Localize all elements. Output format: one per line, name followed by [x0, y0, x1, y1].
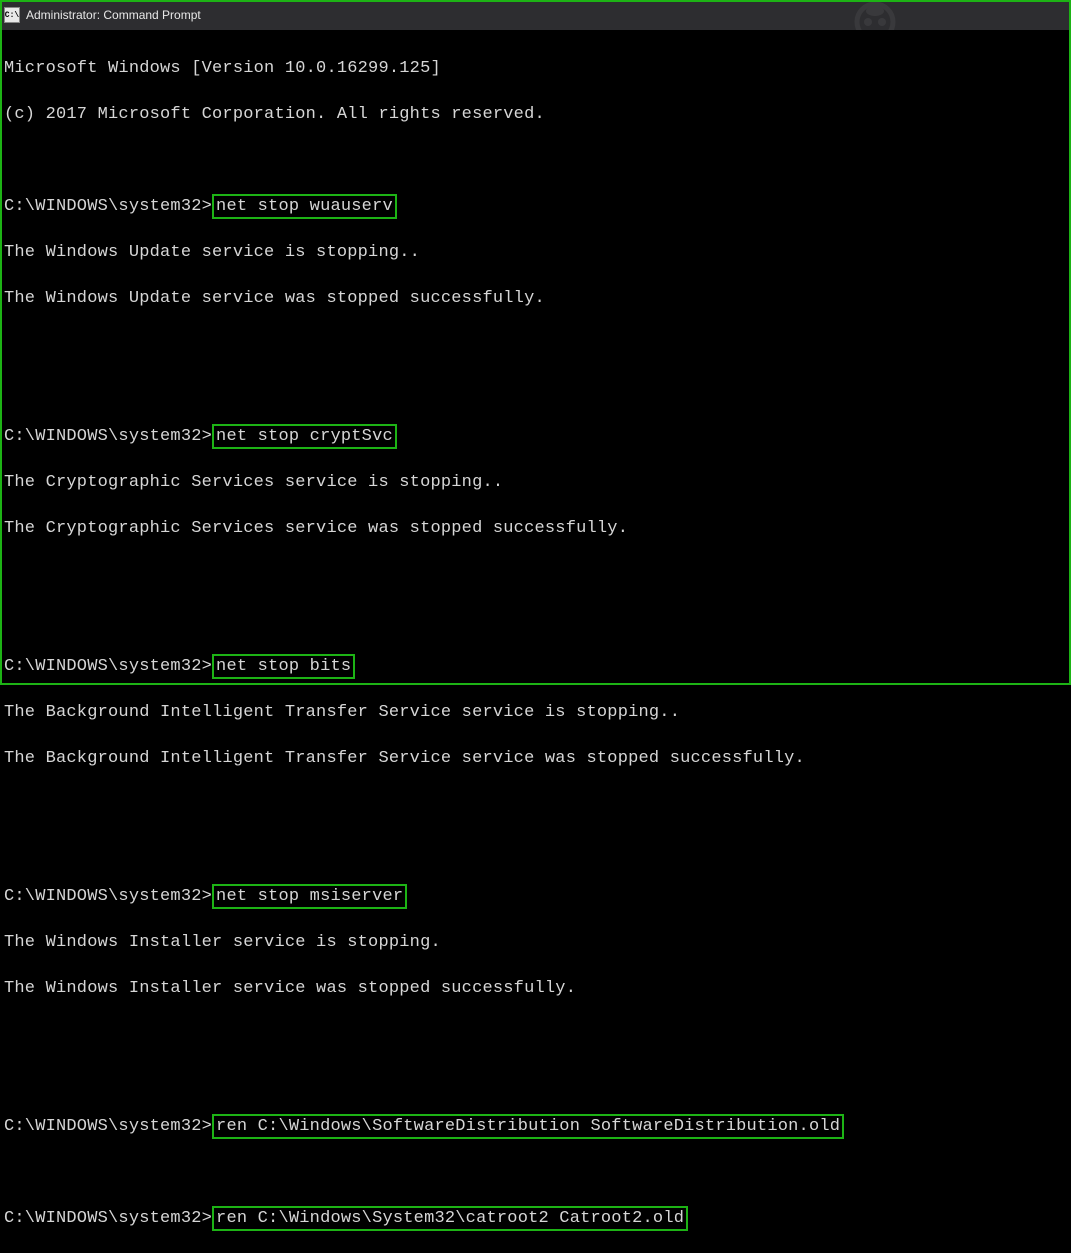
terminal-line: C:\WINDOWS\system32>net stop cryptSvc	[4, 425, 1067, 448]
terminal-blank-line	[4, 1023, 1067, 1046]
terminal-line: The Background Intelligent Transfer Serv…	[4, 747, 1067, 770]
terminal-line: The Windows Installer service is stoppin…	[4, 931, 1067, 954]
prompt-path: C:\WINDOWS\system32>	[4, 887, 212, 906]
terminal-line: The Windows Installer service was stoppe…	[4, 977, 1067, 1000]
command-highlight: net stop msiserver	[212, 884, 407, 909]
terminal-blank-line	[4, 839, 1067, 862]
prompt-path: C:\WINDOWS\system32>	[4, 1117, 212, 1136]
window-title: Administrator: Command Prompt	[26, 8, 201, 22]
terminal-line: The Windows Update service is stopping..	[4, 241, 1067, 264]
terminal-line: The Cryptographic Services service is st…	[4, 471, 1067, 494]
terminal-line: C:\WINDOWS\system32>ren C:\Windows\Softw…	[4, 1115, 1067, 1138]
command-highlight: net stop cryptSvc	[212, 424, 397, 449]
prompt-path: C:\WINDOWS\system32>	[4, 1209, 212, 1228]
terminal-line: C:\WINDOWS\system32>net stop wuauserv	[4, 195, 1067, 218]
terminal-line: The Windows Update service was stopped s…	[4, 287, 1067, 310]
command-highlight: net stop bits	[212, 654, 355, 679]
terminal-line: Microsoft Windows [Version 10.0.16299.12…	[4, 57, 1067, 80]
terminal-line: (c) 2017 Microsoft Corporation. All righ…	[4, 103, 1067, 126]
terminal-line: C:\WINDOWS\system32>net stop bits	[4, 655, 1067, 678]
terminal-line: The Cryptographic Services service was s…	[4, 517, 1067, 540]
command-highlight: net stop wuauserv	[212, 194, 397, 219]
command-highlight: ren C:\Windows\SoftwareDistribution Soft…	[212, 1114, 844, 1139]
terminal-blank-line	[4, 793, 1067, 816]
prompt-path: C:\WINDOWS\system32>	[4, 427, 212, 446]
terminal-blank-line	[4, 379, 1067, 402]
terminal-blank-line	[4, 609, 1067, 632]
terminal-blank-line	[4, 333, 1067, 356]
terminal-blank-line	[4, 1069, 1067, 1092]
terminal-line: The Background Intelligent Transfer Serv…	[4, 701, 1067, 724]
terminal-blank-line	[4, 149, 1067, 172]
terminal-line: C:\WINDOWS\system32>ren C:\Windows\Syste…	[4, 1207, 1067, 1230]
window-titlebar: C:\ Administrator: Command Prompt	[0, 0, 1071, 30]
prompt-path: C:\WINDOWS\system32>	[4, 197, 212, 216]
terminal-blank-line	[4, 563, 1067, 586]
prompt-path: C:\WINDOWS\system32>	[4, 657, 212, 676]
cmd-icon: C:\	[4, 7, 20, 23]
terminal-blank-line	[4, 1161, 1067, 1184]
command-highlight: ren C:\Windows\System32\catroot2 Catroot…	[212, 1206, 688, 1231]
terminal-line: C:\WINDOWS\system32>net stop msiserver	[4, 885, 1067, 908]
terminal-output[interactable]: Microsoft Windows [Version 10.0.16299.12…	[0, 30, 1071, 685]
